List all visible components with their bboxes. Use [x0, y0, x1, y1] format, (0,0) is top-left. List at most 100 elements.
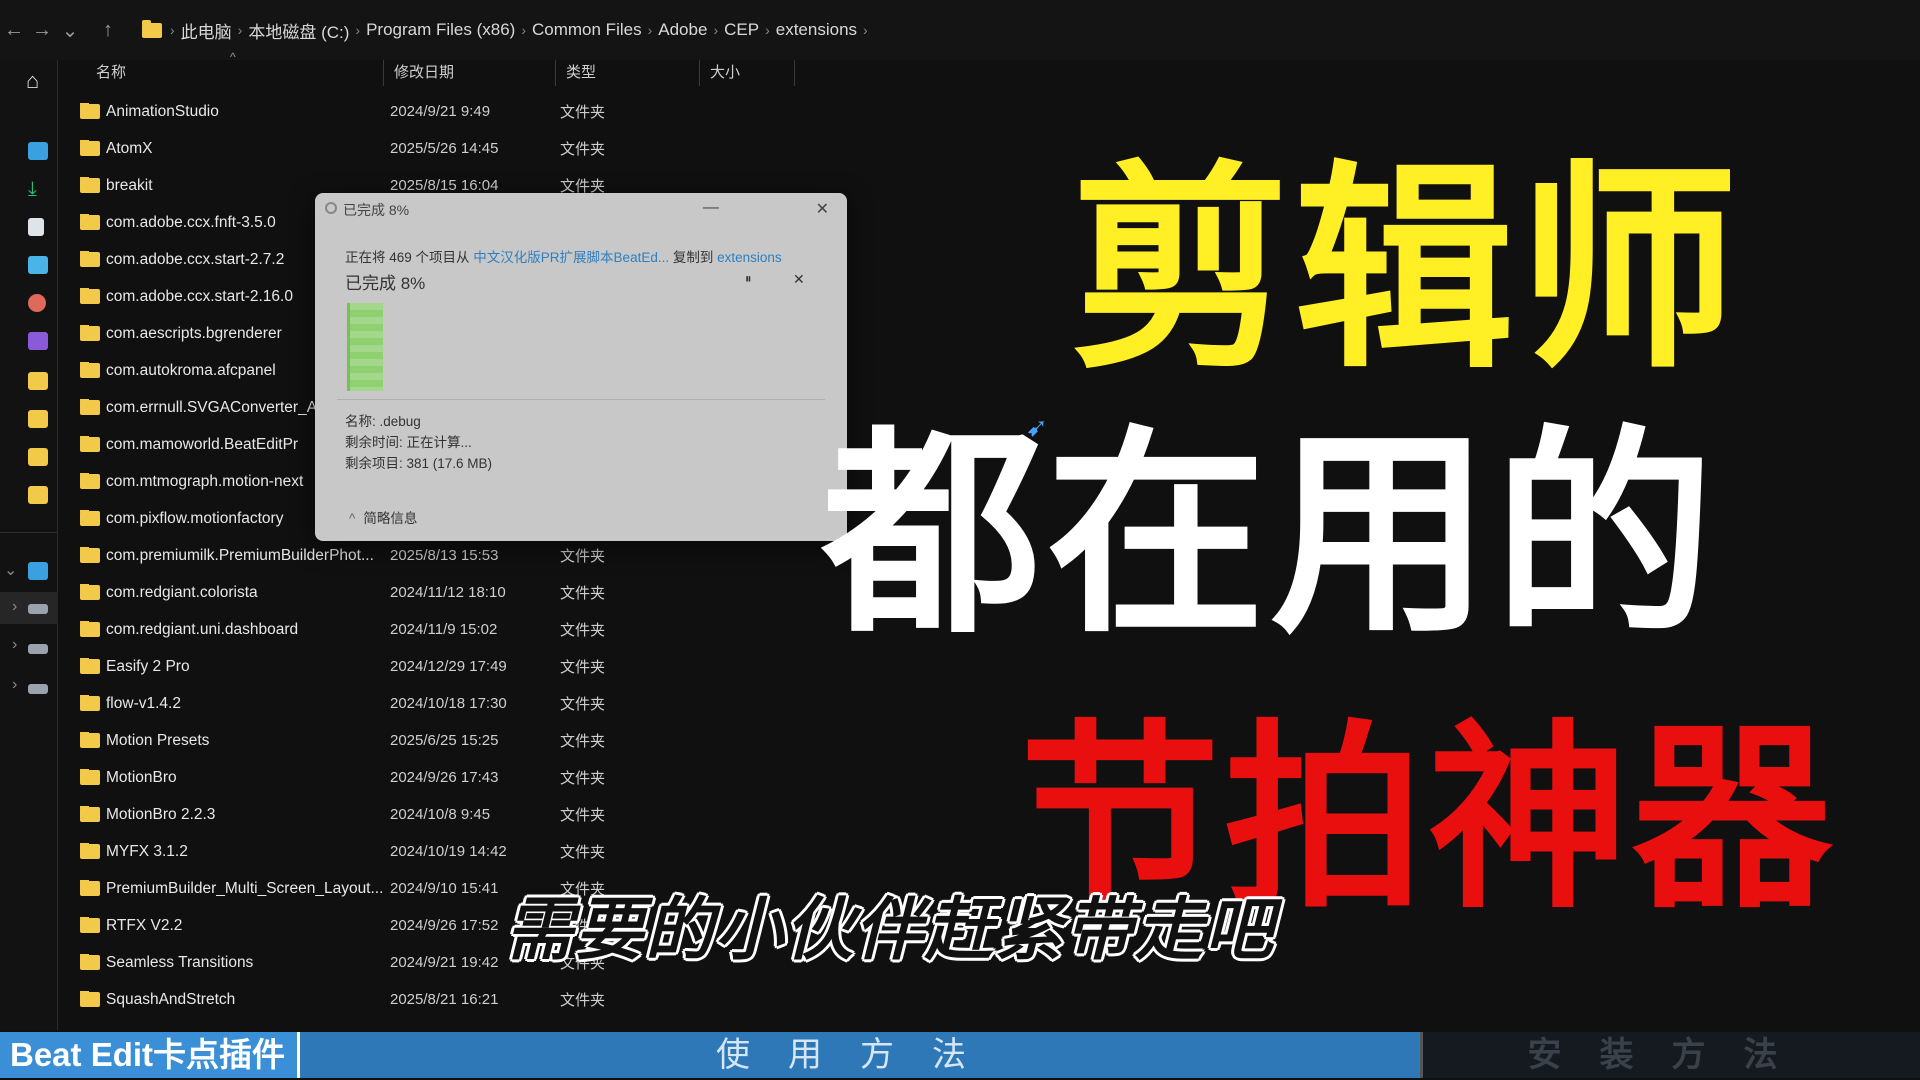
file-date: 2024/12/29 17:49	[390, 658, 507, 675]
file-date: 2024/10/19 14:42	[390, 843, 507, 860]
file-row[interactable]: com.redgiant.uni.dashboard 2024/11/9 15:0…	[80, 611, 640, 648]
home-icon[interactable]: ⌂	[26, 68, 46, 93]
chapter-banner: Beat Edit卡点插件 使用方法 安装方法	[0, 1030, 1920, 1080]
file-name-cell: Easify 2 Pro	[80, 657, 390, 676]
crumb-extensions[interactable]: extensions	[770, 20, 863, 40]
folder-icon	[80, 287, 100, 304]
music-icon[interactable]	[28, 294, 46, 312]
progress-bar	[347, 303, 383, 391]
crumb-this-pc[interactable]: 此电脑	[175, 18, 238, 43]
file-date: 2024/10/18 17:30	[390, 695, 507, 712]
drive-icon[interactable]	[28, 684, 48, 694]
file-name: com.mamoworld.BeatEditPr	[106, 435, 299, 453]
folder-icon	[80, 657, 100, 674]
file-row[interactable]: MotionBro 2.2.3 2024/10/8 9:45 文件夹	[80, 796, 640, 833]
folder-icon[interactable]	[28, 410, 48, 428]
folder-icon	[80, 953, 100, 970]
file-row[interactable]: AtomX 2025/5/26 14:45 文件夹	[80, 130, 640, 167]
chevron-right-icon[interactable]: ›	[12, 676, 17, 694]
file-name: SquashAndStretch	[106, 990, 236, 1008]
folder-icon	[80, 768, 100, 785]
file-name: Seamless Transitions	[106, 953, 254, 971]
pictures-icon[interactable]	[28, 256, 48, 274]
file-row[interactable]: SquashAndStretch 2025/8/21 16:21 文件夹	[80, 981, 640, 1018]
folder-icon[interactable]	[28, 448, 48, 466]
folder-icon	[80, 509, 100, 526]
column-header: 名称 修改日期 类型 大小	[60, 60, 795, 86]
desktop-icon[interactable]	[28, 142, 48, 160]
pause-button[interactable]: ⏸	[745, 271, 752, 287]
download-icon[interactable]: ⤓	[28, 178, 48, 200]
file-name-cell: Seamless Transitions	[80, 953, 390, 972]
folder-icon	[80, 102, 100, 119]
file-type: 文件夹	[560, 548, 606, 565]
file-date: 2024/9/21 9:49	[390, 103, 491, 120]
chevron-right-icon: ›	[863, 22, 868, 38]
file-date: 2025/8/15 16:04	[390, 177, 499, 194]
folder-icon[interactable]	[28, 372, 48, 390]
folder-icon	[80, 176, 100, 193]
documents-icon[interactable]	[28, 218, 44, 236]
cancel-button[interactable]: ✕	[793, 271, 805, 288]
crumb-adobe[interactable]: Adobe	[652, 20, 713, 40]
column-name[interactable]: 名称	[60, 60, 384, 86]
back-button[interactable]: ←	[0, 19, 28, 42]
crumb-cep[interactable]: CEP	[718, 20, 765, 40]
drive-icon[interactable]	[28, 644, 48, 654]
file-row[interactable]: Easify 2 Pro 2024/12/29 17:49 文件夹	[80, 648, 640, 685]
file-row[interactable]: com.redgiant.colorista 2024/11/12 18:10 文件…	[80, 574, 640, 611]
crumb-c-drive[interactable]: 本地磁盘 (C:)	[242, 18, 355, 43]
file-date: 2025/8/13 15:53	[390, 547, 499, 564]
up-button[interactable]: ↑	[94, 19, 122, 42]
folder-icon	[80, 546, 100, 563]
file-name: Motion Presets	[106, 731, 210, 749]
folder-icon	[80, 583, 100, 600]
folder-icon	[80, 213, 100, 230]
dialog-title: 已完成 8%	[343, 202, 410, 218]
file-row[interactable]: AnimationStudio 2024/9/21 9:49 文件夹	[80, 93, 640, 130]
file-date: 2024/11/9 15:02	[390, 621, 498, 638]
forward-button[interactable]: →	[28, 19, 56, 42]
file-row[interactable]: Motion Presets 2025/6/25 15:25 文件夹	[80, 722, 640, 759]
this-pc-icon[interactable]	[28, 562, 48, 580]
file-row[interactable]: MotionBro 2024/9/26 17:43 文件夹	[80, 759, 640, 796]
close-button[interactable]: ✕	[816, 199, 829, 219]
file-name: com.redgiant.colorista	[106, 583, 258, 601]
details-toggle-label: 简略信息	[363, 511, 418, 526]
current-file-name: 名称: .debug	[345, 414, 421, 429]
file-date: 2024/10/8 9:45	[390, 806, 491, 823]
file-name: com.adobe.ccx.start-2.7.2	[106, 250, 285, 268]
drive-icon[interactable]	[28, 604, 48, 614]
file-name: com.redgiant.uni.dashboard	[106, 620, 299, 638]
recent-locations-button[interactable]: ⌄	[56, 18, 84, 43]
file-type: 文件夹	[560, 141, 606, 158]
minimize-button[interactable]: —	[703, 199, 719, 217]
source-folder-link[interactable]: 中文汉化版PR扩展脚本BeatEd...	[473, 250, 669, 265]
file-name-cell: RTFX V2.2	[80, 916, 390, 935]
column-type[interactable]: 类型	[556, 60, 700, 86]
videos-icon[interactable]	[28, 332, 48, 350]
column-modified[interactable]: 修改日期	[384, 60, 556, 86]
file-row[interactable]: com.premiumilk.PremiumBuilderPhot... 2025…	[80, 537, 640, 574]
file-type: 文件夹	[560, 770, 606, 787]
folder-icon	[80, 435, 100, 452]
video-frame: ← → ⌄ ↑ › 此电脑 › 本地磁盘 (C:) › Program Files …	[0, 0, 1920, 1080]
file-name: RTFX V2.2	[106, 916, 183, 934]
file-row[interactable]: flow-v1.4.2 2024/10/18 17:30 文件夹	[80, 685, 640, 722]
chevron-right-icon[interactable]: ›	[12, 598, 17, 616]
crumb-common-files[interactable]: Common Files	[526, 20, 648, 40]
chevron-down-icon[interactable]: ⌄	[4, 560, 17, 580]
crumb-program-files[interactable]: Program Files (x86)	[360, 20, 521, 40]
column-size[interactable]: 大小	[700, 60, 795, 86]
folder-icon	[80, 731, 100, 748]
chevron-right-icon[interactable]: ›	[12, 636, 17, 654]
breadcrumb: › 此电脑 › 本地磁盘 (C:) › Program Files (x86) › C…	[142, 18, 868, 43]
file-type: 文件夹	[560, 696, 606, 713]
folder-icon	[80, 361, 100, 378]
details-toggle[interactable]: ^ 简略信息	[349, 507, 417, 527]
file-name-cell: PremiumBuilder_Multi_Screen_Layout...	[80, 879, 390, 898]
folder-icon[interactable]	[28, 486, 48, 504]
file-row[interactable]: MYFX 3.1.2 2024/10/19 14:42 文件夹	[80, 833, 640, 870]
file-name: PremiumBuilder_Multi_Screen_Layout...	[106, 879, 384, 897]
destination-folder-link[interactable]: extensions	[717, 250, 782, 265]
